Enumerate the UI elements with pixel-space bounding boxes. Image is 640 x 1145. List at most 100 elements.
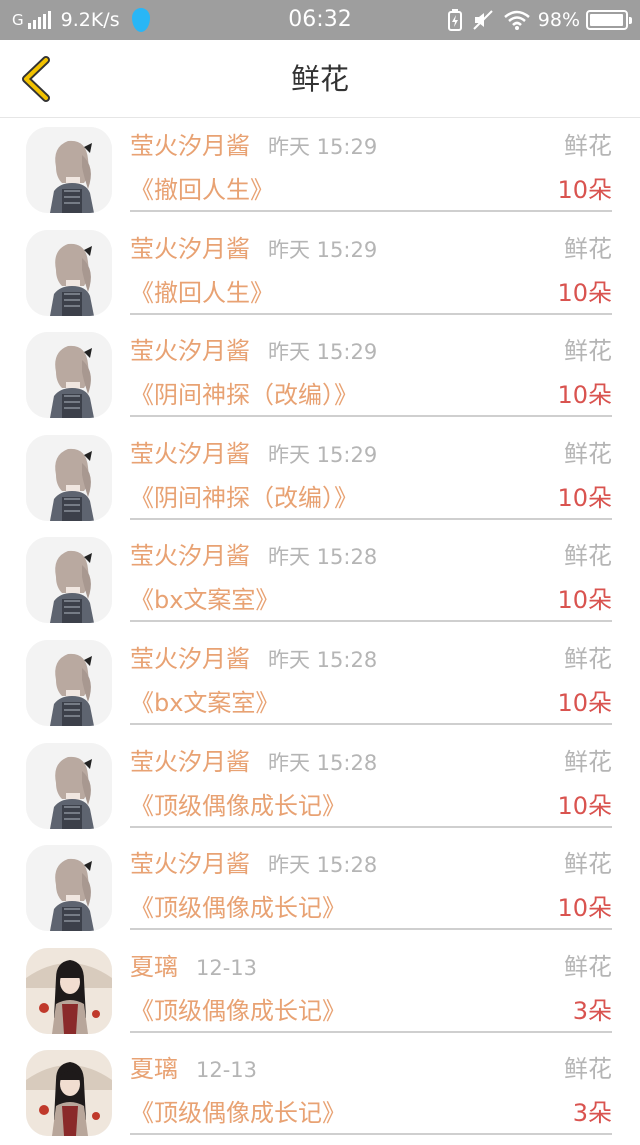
sender-name[interactable]: 莹火汐月酱 昨天 15:29 xyxy=(130,129,377,163)
flower-count: 10朵 xyxy=(557,894,612,923)
sender-name-text[interactable]: 莹火汐月酱 xyxy=(130,542,250,570)
divider xyxy=(130,722,612,725)
item-time: 昨天 15:28 xyxy=(268,750,378,775)
item-time: 昨天 15:29 xyxy=(268,442,378,467)
sender-name[interactable]: 莹火汐月酱 昨天 15:29 xyxy=(130,437,377,471)
girl-avatar[interactable] xyxy=(26,229,112,316)
item-time: 昨天 15:29 xyxy=(268,237,378,262)
girl-avatar[interactable] xyxy=(26,537,112,624)
divider xyxy=(130,1133,612,1136)
girl-avatar[interactable] xyxy=(26,845,112,932)
flower-count: 10朵 xyxy=(557,483,612,512)
list-item[interactable]: 莹火汐月酱 昨天 15:28 鲜花《顶级偶像成长记》 10朵 xyxy=(0,837,640,940)
flower-count: 10朵 xyxy=(557,688,612,717)
sender-name-text[interactable]: 莹火汐月酱 xyxy=(130,850,250,878)
flower-count: 10朵 xyxy=(557,791,612,820)
book-title[interactable]: 《撤回人生》 xyxy=(130,173,274,207)
gift-type: 鲜花 xyxy=(564,132,612,160)
sender-name[interactable]: 莹火汐月酱 昨天 15:28 xyxy=(130,847,377,881)
sender-name-text[interactable]: 夏璃 xyxy=(130,953,178,981)
divider xyxy=(130,517,612,520)
flower-list: 莹火汐月酱 昨天 15:29 鲜花 《撤回人生》 10朵 莹火汐月酱 昨天 15:29 鲜花… xyxy=(0,119,640,1145)
list-item[interactable]: 莹火汐月酱 昨天 15:29 鲜花《撤回人生》 10朵 xyxy=(0,119,640,222)
item-time: 昨天 15:28 xyxy=(268,853,378,878)
sender-name-text[interactable]: 夏璃 xyxy=(130,1055,178,1083)
gift-type: 鲜花 xyxy=(564,850,612,879)
umbrella-girl-avatar[interactable] xyxy=(26,1050,112,1137)
girl-avatar[interactable] xyxy=(26,742,112,829)
divider xyxy=(130,928,612,931)
gift-type: 鲜花 xyxy=(564,644,612,673)
book-title[interactable]: 《顶级偶像成长记》 xyxy=(130,1096,346,1130)
sender-name-text[interactable]: 莹火汐月酱 xyxy=(130,337,250,365)
girl-avatar[interactable] xyxy=(26,332,112,419)
gift-type: 鲜花 xyxy=(564,234,612,263)
flower-count: 10朵 xyxy=(557,381,612,410)
sender-name-text[interactable]: 莹火汐月酱 xyxy=(130,645,250,673)
header: 鲜花 xyxy=(0,40,640,118)
girl-avatar[interactable] xyxy=(26,434,112,521)
book-title[interactable]: 《bx文案室》 xyxy=(130,686,279,720)
gift-type: 鲜花 xyxy=(564,747,612,776)
list-item[interactable]: 莹火汐月酱 昨天 15:29 鲜花《阴间神探（改编）》 10朵 xyxy=(0,427,640,530)
mute-icon xyxy=(473,10,493,30)
sender-name[interactable]: 莹火汐月酱 昨天 15:29 xyxy=(130,232,377,266)
battery-percent: 98% xyxy=(537,9,580,31)
gift-type: 鲜花 xyxy=(564,542,612,571)
status-bar: G 9.2K/s 06:32 98% xyxy=(0,0,640,40)
battery-icon xyxy=(586,10,632,30)
list-item[interactable]: 莹火汐月酱 昨天 15:28 鲜花《顶级偶像成长记》 10朵 xyxy=(0,735,640,838)
flower-count: 10朵 xyxy=(557,176,612,204)
sender-name[interactable]: 夏璃 12-13 xyxy=(130,1052,257,1086)
sender-name-text[interactable]: 莹火汐月酱 xyxy=(130,440,250,468)
flower-count: 3朵 xyxy=(572,1099,612,1128)
umbrella-girl-avatar[interactable] xyxy=(26,947,112,1034)
flower-count: 10朵 xyxy=(557,278,612,307)
sender-name[interactable]: 夏璃 12-13 xyxy=(130,950,257,984)
sender-name[interactable]: 莹火汐月酱 昨天 15:28 xyxy=(130,745,377,779)
divider xyxy=(130,312,612,315)
divider xyxy=(130,415,612,418)
girl-avatar[interactable] xyxy=(26,127,112,213)
sender-name[interactable]: 莹火汐月酱 昨天 15:28 xyxy=(130,642,377,676)
item-time: 昨天 15:29 xyxy=(268,135,378,159)
list-item[interactable]: 夏璃 12-13 鲜花《顶级偶像成长记》 3朵 xyxy=(0,940,640,1043)
gift-type: 鲜花 xyxy=(564,439,612,468)
list-item[interactable]: 莹火汐月酱 昨天 15:29 鲜花《阴间神探（改编）》 10朵 xyxy=(0,324,640,427)
flower-count: 10朵 xyxy=(557,586,612,615)
divider xyxy=(130,825,612,828)
book-title[interactable]: 《阴间神探（改编）》 xyxy=(130,378,358,412)
list-item[interactable]: 莹火汐月酱 昨天 15:28 鲜花《bx文案室》 10朵 xyxy=(0,632,640,735)
item-time: 昨天 15:29 xyxy=(268,340,378,365)
battery-fill xyxy=(590,14,624,26)
divider xyxy=(130,620,612,623)
flower-count: 3朵 xyxy=(572,996,612,1025)
sender-name-text[interactable]: 莹火汐月酱 xyxy=(130,132,250,160)
list-item[interactable]: 莹火汐月酱 昨天 15:29 鲜花《撤回人生》 10朵 xyxy=(0,222,640,325)
sender-name[interactable]: 莹火汐月酱 昨天 15:28 xyxy=(130,539,377,573)
book-title[interactable]: 《撤回人生》 xyxy=(130,276,274,310)
divider xyxy=(130,1030,612,1033)
item-time: 12-13 xyxy=(196,955,258,980)
status-right: 98% xyxy=(438,0,632,40)
book-title[interactable]: 《顶级偶像成长记》 xyxy=(130,789,346,823)
page-title: 鲜花 xyxy=(290,62,349,96)
sender-name-text[interactable]: 莹火汐月酱 xyxy=(130,235,250,263)
book-title[interactable]: 《顶级偶像成长记》 xyxy=(130,994,346,1028)
list-item[interactable]: 夏璃 12-13 鲜花《顶级偶像成长记》 3朵 xyxy=(0,1042,640,1145)
item-time: 昨天 15:28 xyxy=(268,545,378,570)
sender-name[interactable]: 莹火汐月酱 昨天 15:29 xyxy=(130,334,377,368)
gift-type: 鲜花 xyxy=(564,952,612,981)
book-title[interactable]: 《顶级偶像成长记》 xyxy=(130,891,346,925)
sender-name-text[interactable]: 莹火汐月酱 xyxy=(130,748,250,776)
book-title[interactable]: 《bx文案室》 xyxy=(130,583,279,617)
divider xyxy=(130,210,612,212)
book-title[interactable]: 《阴间神探（改编）》 xyxy=(130,481,358,515)
gift-type: 鲜花 xyxy=(564,1055,612,1084)
item-time: 12-13 xyxy=(196,1058,258,1083)
gift-type: 鲜花 xyxy=(564,337,612,366)
battery-saver-icon xyxy=(447,9,462,31)
item-time: 昨天 15:28 xyxy=(268,647,378,672)
girl-avatar[interactable] xyxy=(26,639,112,726)
list-item[interactable]: 莹火汐月酱 昨天 15:28 鲜花《bx文案室》 10朵 xyxy=(0,529,640,632)
